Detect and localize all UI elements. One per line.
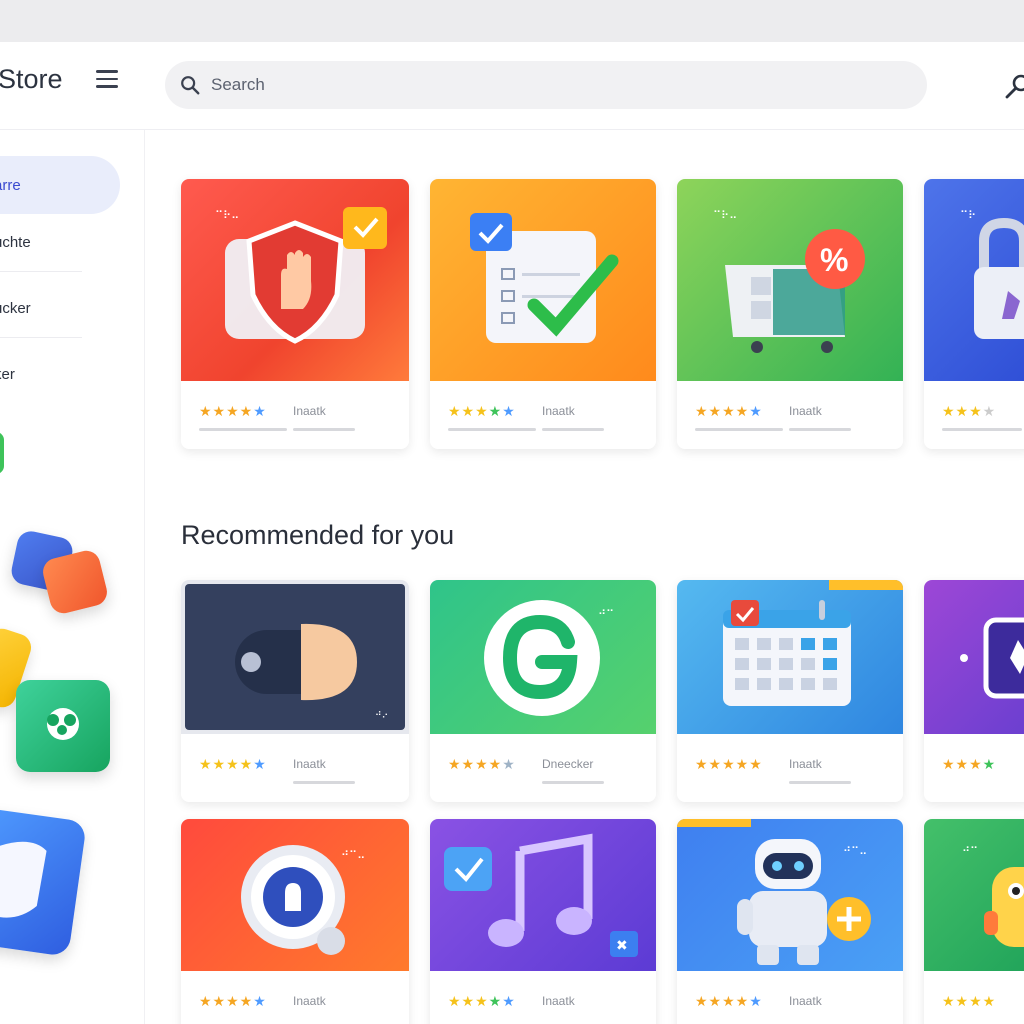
rating-stars: ★★★★★ xyxy=(448,403,516,419)
featured-card[interactable]: % ⠉⠗⠤ ★★★★★ Inaatk xyxy=(677,179,903,449)
card-meta: ★★★★★ Inaatk xyxy=(181,734,409,802)
card-meta: ★★★★ xyxy=(924,971,1024,1024)
svg-text:⠚⠔: ⠚⠔ xyxy=(375,710,388,721)
creature-icon xyxy=(992,867,1024,947)
plant-icon xyxy=(16,680,110,772)
rating-stars: ★★★★★ xyxy=(448,993,516,1009)
app-thumbnail: ⠚⠔ xyxy=(181,580,409,734)
card-meta: ★★★★ xyxy=(924,734,1024,802)
svg-text:⠚⠉: ⠚⠉ xyxy=(962,846,978,859)
svg-text:⠚⠉: ⠚⠉ xyxy=(598,609,614,622)
section-heading: Recommended for you xyxy=(181,520,455,550)
svg-text:⠚⠉⠤: ⠚⠉⠤ xyxy=(341,850,365,863)
card-meta: ★★★★★ Inaatk xyxy=(677,971,903,1024)
sidebar-item-label: arre xyxy=(0,176,21,194)
featured-card[interactable]: ★★★★★ Inaatk xyxy=(430,179,656,449)
search-bar[interactable] xyxy=(165,61,927,109)
app-tag: Inaatk xyxy=(293,994,326,1008)
rating-stars: ★★★★★ xyxy=(695,993,763,1009)
app-tag: Inaatk xyxy=(789,404,822,418)
search-input[interactable] xyxy=(211,75,891,95)
sidebar-item-0[interactable]: arre xyxy=(0,156,120,214)
featured-card[interactable]: ⠉⠗⠤ ★★★★★ Inaatk xyxy=(181,179,409,449)
card-meta: ★★★★★ Inaatk xyxy=(677,381,903,449)
app-title: Store xyxy=(0,64,63,94)
recommended-card[interactable]: ⠚⠉ ★★★★★ Dneecker xyxy=(430,580,656,802)
card-meta: ★★★★ xyxy=(924,381,1024,449)
rating-stars: ★★★★★ xyxy=(199,403,267,419)
app-thumbnail: % ⠉⠗⠤ xyxy=(677,179,903,381)
rating-stars: ★★★★ xyxy=(942,756,997,772)
app-window: Store arre uchte ucker ker xyxy=(0,42,1024,1024)
app-tag: Dneecker xyxy=(542,757,594,771)
sidebar-item-1[interactable]: uchte xyxy=(0,214,82,272)
sidebar-item-label: ucker xyxy=(0,300,31,317)
app-thumbnail: ⠚⠉ xyxy=(430,580,656,734)
recommended-card[interactable]: ⠚⠉ ★★★★ xyxy=(924,819,1024,1024)
card-meta: ★★★★★ Inaatk xyxy=(181,971,409,1024)
app-tag: Inaatk xyxy=(293,404,326,418)
app-thumbnail: ✖ xyxy=(430,819,656,971)
search-icon[interactable] xyxy=(1003,71,1024,101)
app-thumbnail xyxy=(430,179,656,381)
rating-stars: ★★★★★ xyxy=(448,756,516,772)
svg-text:⠚⠉⠤: ⠚⠉⠤ xyxy=(843,846,867,859)
app-thumbnail: ⠚⠉⠤ xyxy=(677,819,903,971)
svg-text:✖: ✖ xyxy=(616,938,628,954)
card-meta: ★★★★★ Inaatk xyxy=(430,971,656,1024)
svg-text:⠉⠗: ⠉⠗ xyxy=(960,210,976,223)
app-tag: Inaatk xyxy=(542,404,575,418)
recommended-card[interactable]: ★★★★★ Inaatk xyxy=(677,580,903,802)
sidebar-item-label: ker xyxy=(0,365,15,383)
recommended-card[interactable]: ⠚⠔ ★★★★★ Inaatk xyxy=(181,580,409,802)
app-tag: Inaatk xyxy=(542,994,575,1008)
rating-stars: ★★★★ xyxy=(942,993,997,1009)
app-thumbnail: ⠉⠗ xyxy=(924,179,1024,381)
lock-icon xyxy=(979,217,1024,269)
sidebar-item-2[interactable]: ucker xyxy=(0,280,82,338)
app-thumbnail: ⠚⠉⠤ xyxy=(181,819,409,971)
svg-text:%: % xyxy=(820,242,848,278)
card-meta: ★★★★★ Inaatk xyxy=(181,381,409,449)
app-thumbnail: ⠚⠉ xyxy=(924,819,1024,971)
badge-icon xyxy=(343,207,387,249)
shield-blue-icon xyxy=(0,807,87,957)
featured-card[interactable]: ⠉⠗ ★★★★ xyxy=(924,179,1024,449)
app-thumbnail xyxy=(924,580,1024,734)
rating-stars: ★★★★★ xyxy=(695,756,763,772)
sidebar-item-3[interactable]: ker xyxy=(0,345,82,403)
card-meta: ★★★★★ Inaatk xyxy=(677,734,903,802)
card-meta: ★★★★★ Inaatk xyxy=(430,381,656,449)
card-meta: ★★★★★ Dneecker xyxy=(430,734,656,802)
app-thumbnail xyxy=(677,580,903,734)
rating-stars: ★★★★★ xyxy=(199,993,267,1009)
rating-stars: ★★★★★ xyxy=(199,756,267,772)
recommended-card[interactable]: ⠚⠉⠤ ★★★★★ Inaatk xyxy=(181,819,409,1024)
app-tag: Inaatk xyxy=(293,757,326,771)
green-blob-icon xyxy=(0,432,4,474)
rating-stars: ★★★★ xyxy=(942,403,997,419)
music-icon xyxy=(519,833,593,919)
rating-stars: ★★★★★ xyxy=(695,403,763,419)
recommended-card[interactable]: ⠚⠉⠤ ★★★★★ Inaatk xyxy=(677,819,903,1024)
menu-icon[interactable] xyxy=(96,70,118,90)
search-icon xyxy=(181,76,200,95)
sidebar-item-label: uchte xyxy=(0,234,31,251)
recommended-card[interactable]: ★★★★ xyxy=(924,580,1024,802)
svg-text:⠉⠗⠤: ⠉⠗⠤ xyxy=(215,210,239,223)
svg-text:⠉⠗⠤: ⠉⠗⠤ xyxy=(713,210,737,223)
app-tag: Inaatk xyxy=(789,994,822,1008)
app-thumbnail: ⠉⠗⠤ xyxy=(181,179,409,381)
top-bar: Store xyxy=(0,42,1024,130)
sidebar: arre uchte ucker ker xyxy=(0,130,145,1024)
recommended-card[interactable]: ✖ ★★★★★ Inaatk xyxy=(430,819,656,1024)
app-tag: Inaatk xyxy=(789,757,822,771)
